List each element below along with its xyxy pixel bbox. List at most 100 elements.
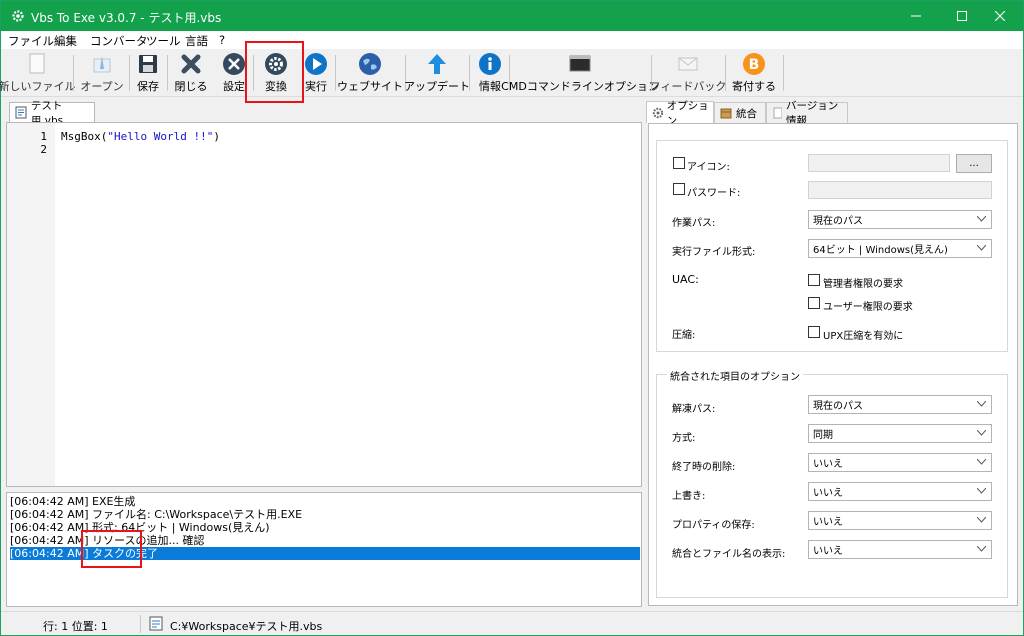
convert-button[interactable]: 変換 (257, 51, 295, 95)
show-name-label: 統合とファイル名の表示: (672, 549, 786, 560)
settings-button[interactable]: 設定 (217, 51, 251, 95)
line-number: 1 (40, 130, 47, 143)
save-button[interactable]: 保存 (133, 51, 163, 95)
password-label: パスワード: (687, 188, 741, 199)
extract-path-select[interactable]: 現在のパス (808, 395, 992, 414)
overwrite-select[interactable]: いいえ (808, 482, 992, 501)
code-editor[interactable]: 1 2 MsgBox("Hello World !!") (6, 122, 642, 487)
embedded-options-group: 統合された項目のオプション 解凍パス: 現在のパス 方式: 同期 終了時の削除:… (656, 368, 1008, 598)
website-button[interactable]: ウェブサイト (337, 51, 403, 95)
convert-gear-icon (265, 53, 287, 75)
vbs-file-icon (15, 106, 27, 119)
new-file-button[interactable]: 新しいファイル (0, 51, 76, 95)
chevron-down-icon (977, 488, 986, 494)
overwrite-label: 上書き: (672, 491, 706, 502)
chevron-down-icon (977, 517, 986, 523)
cmd-options-button[interactable]: CMDコマンドラインオプション (501, 51, 659, 95)
workdir-label: 作業パス: (672, 218, 716, 229)
line-gutter: 1 2 (7, 123, 55, 486)
mail-icon (678, 57, 698, 71)
uac-admin-checkbox[interactable] (808, 274, 820, 286)
info-icon (479, 53, 501, 75)
menu-bar: ファイル 編集 コンバータ ツール 言語 ? (1, 31, 1023, 49)
show-name-select[interactable]: いいえ (808, 540, 992, 559)
delete-on-exit-select[interactable]: いいえ (808, 453, 992, 472)
close-file-icon (181, 54, 201, 74)
log-line: [06:04:42 AM] リソースの追加... 確認 (10, 534, 205, 547)
icon-label: アイコン: (687, 162, 730, 173)
chevron-down-icon (977, 459, 986, 465)
gear-icon (652, 107, 663, 118)
run-button[interactable]: 実行 (301, 51, 331, 95)
tab-version-info[interactable]: バージョン情報 (766, 100, 848, 127)
window-title: Vbs To Exe v3.0.7 - テスト用.vbs (31, 11, 222, 25)
update-button[interactable]: アップデート (404, 51, 470, 95)
keep-props-label: プロパティの保存: (672, 520, 755, 531)
method-select[interactable]: 同期 (808, 424, 992, 443)
tab-embed[interactable]: 統合 (714, 102, 766, 123)
compress-label: 圧縮: (672, 330, 696, 341)
minimize-icon (911, 15, 921, 17)
menu-language[interactable]: 言語 (185, 33, 208, 49)
embedded-group-title: 統合された項目のオプション (667, 368, 803, 383)
uac-admin-label: 管理者権限の要求 (823, 279, 903, 290)
icon-browse-button[interactable]: ... (956, 154, 992, 173)
icon-path-field[interactable] (808, 154, 950, 172)
box-icon (720, 108, 732, 119)
exe-format-label: 実行ファイル形式: (672, 247, 756, 258)
menu-converter[interactable]: コンバータ (90, 33, 148, 49)
log-line: [06:04:42 AM] ファイル名: C:\Workspace\テスト用.E… (10, 508, 303, 521)
log-line: [06:04:42 AM] 形式: 64ビット | Windows(見えん) (10, 521, 270, 534)
settings-icon (223, 53, 245, 75)
code-line: MsgBox("Hello World !!") (61, 130, 220, 143)
editor-tab[interactable]: テスト用.vbs (9, 100, 95, 127)
run-icon (305, 53, 327, 75)
title-bar[interactable]: Vbs To Exe v3.0.7 - テスト用.vbs (1, 1, 1023, 31)
password-field[interactable] (808, 181, 992, 199)
log-line-selected: [06:04:42 AM] タスクの完了 (10, 547, 640, 560)
uac-user-label: ユーザー権限の要求 (823, 302, 913, 313)
svg-text:B: B (749, 57, 760, 73)
keep-props-select[interactable]: いいえ (808, 511, 992, 530)
menu-help[interactable]: ? (219, 33, 225, 47)
menu-file[interactable]: ファイル (8, 33, 54, 49)
chevron-down-icon (977, 401, 986, 407)
general-options-group: アイコン: ... パスワード: 作業パス: 現在のパス 実行ファイル形式: 6… (656, 140, 1008, 352)
password-checkbox[interactable] (673, 183, 685, 195)
close-file-button[interactable]: 閉じる (173, 51, 209, 95)
log-line: [06:04:42 AM] EXE生成 (10, 495, 136, 508)
app-gear-icon (11, 9, 25, 23)
open-button[interactable]: オープン (79, 51, 125, 95)
upx-checkbox[interactable] (808, 326, 820, 338)
donate-button[interactable]: B 寄付する (729, 51, 779, 95)
document-icon (773, 107, 782, 119)
chevron-down-icon (977, 430, 986, 436)
options-panel: アイコン: ... パスワード: 作業パス: 現在のパス 実行ファイル形式: 6… (648, 123, 1018, 606)
maximize-icon (957, 11, 967, 21)
new-file-icon (29, 53, 45, 74)
feedback-button[interactable]: フィードバック (650, 51, 726, 95)
tab-options[interactable]: オプション (646, 100, 714, 127)
workdir-select[interactable]: 現在のパス (808, 210, 992, 229)
extract-path-label: 解凍パス: (672, 404, 716, 415)
upx-label: UPX圧縮を有効に (823, 331, 904, 342)
chevron-down-icon (977, 245, 986, 251)
delete-on-exit-label: 終了時の削除: (672, 462, 736, 473)
line-number: 2 (40, 143, 47, 156)
update-arrow-icon (428, 54, 446, 74)
icon-checkbox[interactable] (673, 157, 685, 169)
method-label: 方式: (672, 433, 696, 444)
save-icon (139, 55, 157, 73)
cursor-position: 行: 1 位置: 1 (43, 620, 108, 633)
close-icon (995, 11, 1005, 21)
log-output[interactable]: [06:04:42 AM] EXE生成 [06:04:42 AM] ファイル名:… (6, 492, 642, 607)
close-window-button[interactable] (977, 1, 1023, 31)
globe-icon (359, 53, 381, 75)
exe-format-select[interactable]: 64ビット | Windows(見えん) (808, 239, 992, 258)
menu-tools[interactable]: ツール (146, 33, 181, 49)
toolbar: 新しいファイル オープン 保存 閉じる 設定 変換 実行 ウェブサイト アップデ… (0, 49, 1023, 97)
file-path: C:¥Workspace¥テスト用.vbs (170, 620, 323, 633)
uac-user-checkbox[interactable] (808, 297, 820, 309)
menu-edit[interactable]: 編集 (54, 33, 77, 49)
minimize-button[interactable] (893, 1, 939, 31)
